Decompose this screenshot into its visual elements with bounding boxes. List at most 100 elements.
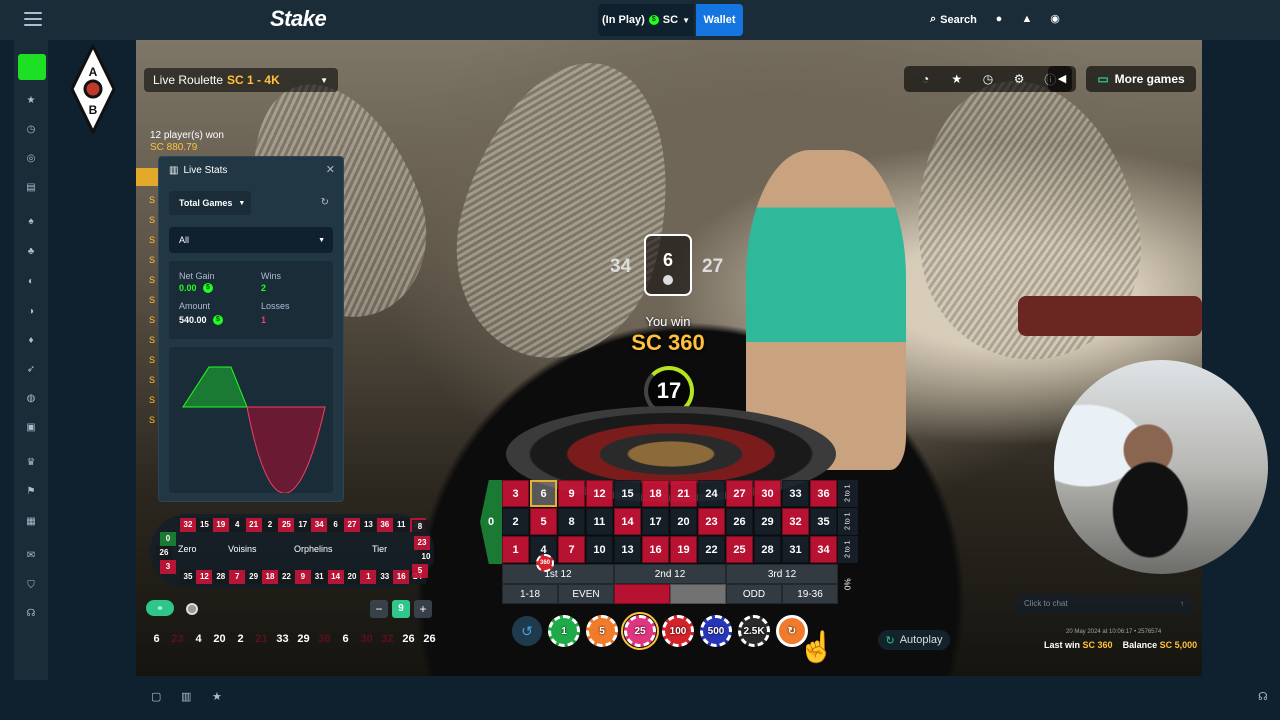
bet-number[interactable]: 18 [642, 480, 669, 507]
racetrack-number[interactable]: 27 [344, 518, 360, 532]
chat-icon[interactable]: ◉ [1049, 13, 1061, 25]
fire-icon[interactable]: ♦ [25, 335, 37, 347]
chip-500[interactable]: 500 [700, 615, 732, 647]
racetrack-number[interactable]: 5 [412, 564, 428, 578]
bet-number[interactable]: 11 [586, 508, 613, 535]
bet-number[interactable]: 24 [698, 480, 725, 507]
racetrack-number[interactable]: 23 [414, 536, 430, 550]
racetrack-number[interactable]: 8 [412, 520, 428, 534]
bet-number[interactable]: 14 [614, 508, 641, 535]
recent-icon[interactable]: ◷ [25, 124, 37, 136]
rocket-icon[interactable]: ➶ [25, 364, 37, 376]
blog-icon[interactable]: ▦ [25, 516, 37, 528]
racetrack-number[interactable]: 22 [278, 570, 295, 584]
racetrack-number[interactable]: 21 [245, 518, 262, 532]
bet-number[interactable]: 36 [810, 480, 837, 507]
racetrack-number[interactable]: 3 [160, 560, 176, 574]
dozen-3rd[interactable]: 3rd 12 [726, 564, 838, 584]
racetrack-number[interactable]: 9 [294, 570, 311, 584]
decrease-button[interactable]: − [370, 600, 388, 618]
dozen-2nd[interactable]: 2nd 12 [614, 564, 726, 584]
racetrack-orphelins[interactable]: Orphelins [294, 544, 333, 554]
send-icon[interactable]: ↑ [1180, 594, 1184, 614]
balance-selector[interactable]: (In Play) $ SC ▼ [598, 4, 694, 36]
chip-5[interactable]: 5 [586, 615, 618, 647]
bet-odd[interactable]: ODD [726, 584, 782, 604]
view-radio[interactable] [186, 603, 198, 615]
racetrack-number[interactable]: 2 [262, 518, 278, 532]
bet-number[interactable]: 21 [670, 480, 697, 507]
bet-number[interactable]: 7 [558, 536, 585, 563]
dozen-1st[interactable]: 1st 12 [502, 564, 614, 584]
bet-number[interactable]: 5 [530, 508, 557, 535]
game-shows-icon[interactable]: ◑ [25, 306, 37, 318]
bet-number[interactable]: 35 [810, 508, 837, 535]
bet-number[interactable]: 16 [642, 536, 669, 563]
affiliate-icon[interactable]: ⚑ [25, 486, 37, 498]
racetrack-number[interactable]: 31 [311, 570, 328, 584]
chip-25[interactable]: 25 [621, 612, 659, 650]
sidebar-toggle-button[interactable] [18, 54, 46, 80]
support-icon[interactable]: ☊ [25, 608, 37, 620]
bet-number[interactable]: 6 [530, 480, 557, 507]
bet-number[interactable]: 19 [670, 536, 697, 563]
slots-icon[interactable]: ♣ [25, 246, 37, 258]
racetrack-number[interactable]: 28 [212, 570, 229, 584]
racetrack-number[interactable]: 16 [393, 570, 410, 584]
forum-icon[interactable]: ✉ [25, 550, 37, 562]
autoplay-button[interactable]: ↻ Autoplay [878, 630, 950, 650]
bet-number[interactable]: 12 [586, 480, 613, 507]
racetrack-number[interactable]: 6 [327, 518, 344, 532]
racetrack-number[interactable]: 10 [418, 550, 434, 564]
chip-2500[interactable]: 2.5K [738, 615, 770, 647]
bet-number[interactable]: 9 [558, 480, 585, 507]
racetrack-number[interactable]: 36 [376, 518, 393, 532]
menu-icon[interactable] [24, 12, 42, 26]
racetrack-number[interactable]: 32 [180, 518, 196, 532]
bet-number[interactable]: 3 [502, 480, 529, 507]
racetrack-number[interactable]: 13 [360, 518, 377, 532]
racetrack-number[interactable]: 1 [360, 570, 377, 584]
more-games-button[interactable]: ▭ More games [1086, 66, 1196, 92]
racetrack-number[interactable]: 17 [294, 518, 311, 532]
stats-icon[interactable]: ◔ [919, 72, 933, 86]
racetrack-toggle[interactable]: ⚭ [146, 600, 174, 616]
bets-icon[interactable]: ▤ [25, 182, 37, 194]
racetrack-number[interactable]: 19 [212, 518, 229, 532]
bet-number[interactable]: 33 [782, 480, 809, 507]
column-bet-top[interactable]: 2 to 1 [838, 480, 858, 507]
placed-chip[interactable]: 360 [536, 554, 554, 572]
racetrack-number[interactable]: 7 [229, 570, 246, 584]
settings-icon[interactable]: ⚙ [1012, 72, 1026, 86]
bet-number[interactable]: 1 [502, 536, 529, 563]
bet-number[interactable]: 22 [698, 536, 725, 563]
bet-number[interactable]: 17 [642, 508, 669, 535]
vip-icon[interactable]: ♛ [25, 457, 37, 469]
bet-number[interactable]: 26 [726, 508, 753, 535]
racetrack-voisins[interactable]: Voisins [228, 544, 257, 554]
stake-logo[interactable]: Stake [270, 6, 327, 32]
racetrack-number[interactable]: 29 [245, 570, 262, 584]
bet-number[interactable]: 29 [754, 508, 781, 535]
wallet-button[interactable]: Wallet [696, 4, 743, 36]
bet-zero[interactable]: 0 [480, 480, 502, 564]
star-icon[interactable]: ★ [950, 72, 964, 86]
bet-number[interactable]: 34 [810, 536, 837, 563]
racetrack-number[interactable]: 26 [156, 546, 172, 560]
racetrack-number[interactable]: 33 [376, 570, 393, 584]
column-bet-middle[interactable]: 2 to 1 [838, 508, 858, 535]
undo-icon[interactable]: ↺ [512, 616, 542, 646]
bet-number[interactable]: 30 [754, 480, 781, 507]
bet-number[interactable]: 28 [754, 536, 781, 563]
racetrack-number[interactable]: 25 [278, 518, 295, 532]
bet-number[interactable]: 32 [782, 508, 809, 535]
racetrack-number[interactable]: 0 [160, 532, 176, 546]
racetrack-number[interactable]: 18 [262, 570, 278, 584]
support-icon[interactable]: ☊ [1258, 690, 1268, 703]
bet-number[interactable]: 31 [782, 536, 809, 563]
close-icon[interactable]: ✕ [326, 163, 335, 176]
bet-even[interactable]: EVEN [558, 584, 614, 604]
gift-icon[interactable]: ▣ [25, 422, 37, 434]
volume-icon[interactable]: ◀ [1048, 66, 1076, 92]
bet-number[interactable]: 13 [614, 536, 641, 563]
